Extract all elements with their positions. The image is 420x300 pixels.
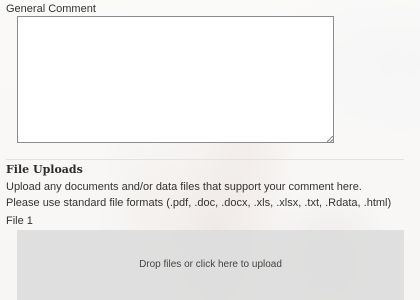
general-comment-label: General Comment	[6, 3, 96, 15]
general-comment-textarea[interactable]	[17, 16, 334, 143]
file-uploads-heading: File Uploads	[6, 163, 83, 176]
section-divider	[6, 159, 404, 160]
dropzone-text: Drop files or click here to upload	[139, 259, 282, 270]
file-1-label: File 1	[6, 215, 33, 227]
file-dropzone[interactable]: Drop files or click here to upload	[17, 230, 404, 300]
file-uploads-description: Upload any documents and/or data files t…	[6, 181, 392, 209]
comment-form: General Comment File Uploads Upload any …	[0, 0, 420, 300]
resize-handle-icon[interactable]	[327, 136, 333, 142]
